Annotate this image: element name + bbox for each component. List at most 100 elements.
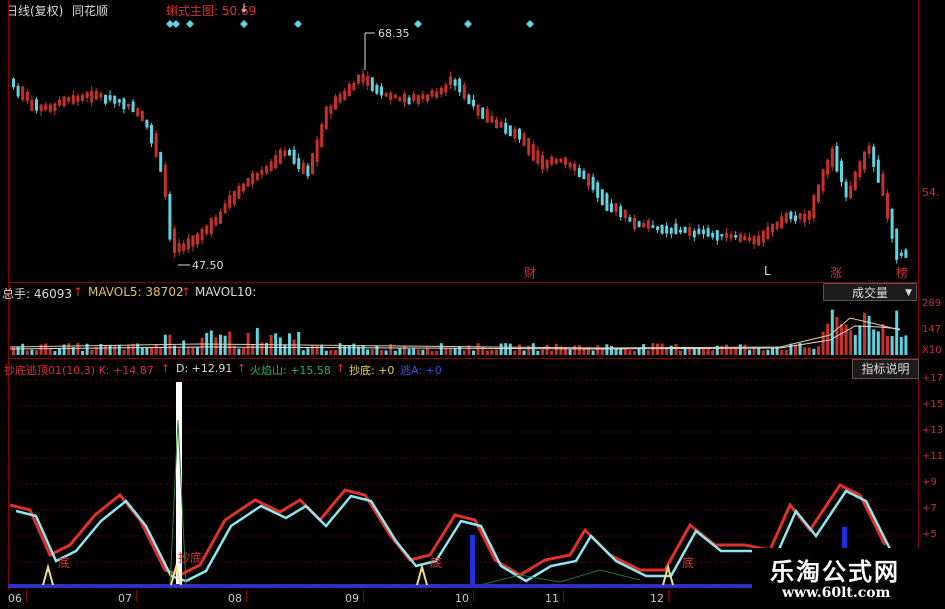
- candle-body-32: [159, 152, 163, 172]
- candle-body-178: [830, 148, 834, 167]
- candle-body-44: [214, 216, 218, 226]
- candle-body-3: [25, 91, 29, 102]
- time-axis-label: 12: [650, 592, 664, 605]
- volume-bar-32: [159, 347, 163, 355]
- candle-body-37: [182, 243, 186, 251]
- time-axis-tick: [26, 590, 27, 602]
- volume-bar-102: [481, 346, 485, 355]
- chevron-down-icon: ▼: [905, 288, 912, 298]
- volume-bar-148: [692, 348, 696, 355]
- volume-bar-86: [407, 348, 411, 355]
- volume-bar-51: [246, 332, 250, 355]
- top-diamond-6: [464, 20, 472, 28]
- volume-bar-49: [237, 348, 241, 355]
- volume-bar-192: [895, 310, 899, 355]
- candle-body-162: [757, 235, 761, 246]
- volume-bar-137: [642, 344, 646, 355]
- volume-bar-165: [771, 348, 774, 355]
- volume-bar-57: [274, 333, 278, 355]
- candle-body-86: [407, 97, 411, 104]
- volume-bar-130: [610, 345, 613, 355]
- candle-body-172: [803, 213, 807, 223]
- indicator-axis-label: +15: [922, 399, 944, 410]
- candle-body-78: [370, 77, 374, 91]
- candle-body-72: [343, 90, 347, 100]
- watermark: 乐淘公式网 www.60lt.com: [752, 548, 945, 609]
- candle-body-22: [113, 95, 117, 104]
- volume-bar-38: [186, 346, 190, 355]
- candle-body-62: [297, 158, 301, 170]
- candle-body-74: [352, 82, 356, 91]
- candle-body-28: [140, 111, 144, 122]
- d-value-label: D: +12.91: [176, 362, 233, 375]
- candle-body-188: [876, 159, 880, 183]
- event-marker-l[interactable]: L: [764, 264, 771, 278]
- volume-bar-60: [288, 333, 291, 355]
- volume-bar-62: [297, 331, 301, 355]
- candle-body-87: [412, 93, 416, 102]
- watermark-title: 乐淘公式网: [770, 558, 900, 586]
- top-diamond-1: [172, 20, 180, 28]
- time-axis-label: 08: [228, 592, 242, 605]
- candle-body-16: [85, 92, 89, 99]
- volume-bar-190: [886, 335, 889, 355]
- volume-bar-170: [794, 344, 797, 355]
- candle-body-89: [421, 94, 425, 100]
- volume-bar-37: [182, 340, 186, 355]
- candle-body-7: [44, 104, 48, 110]
- volume-bar-108: [508, 343, 512, 355]
- candle-body-113: [531, 144, 535, 161]
- candle-body-91: [430, 90, 434, 97]
- candle-body-71: [338, 94, 342, 103]
- candle-body-134: [628, 217, 632, 222]
- volume-bar-7: [44, 343, 48, 355]
- bottom-marker-3: 底: [430, 556, 443, 570]
- candle-body-153: [715, 230, 719, 241]
- candle-body-186: [867, 145, 871, 154]
- event-marker-finance[interactable]: 财: [524, 264, 536, 281]
- candle-body-53: [255, 173, 259, 180]
- k-arrow-icon: ↑: [161, 362, 171, 375]
- volume-bar-175: [817, 346, 820, 355]
- candle-body-102: [481, 107, 485, 119]
- indicator-axis-label: +13: [922, 425, 944, 436]
- candle-body-115: [541, 155, 544, 170]
- candle-body-15: [81, 94, 84, 101]
- volume-bar-185: [863, 312, 866, 355]
- volume-indicator-selector[interactable]: 成交量 ▼: [823, 283, 917, 301]
- bottom-signal-triangle-2: [416, 563, 428, 586]
- volume-bar-43: [209, 330, 213, 355]
- volume-bar-45: [219, 334, 222, 355]
- volume-bar-126: [591, 350, 595, 355]
- candle-body-46: [223, 203, 227, 213]
- candle-body-182: [849, 185, 853, 199]
- event-marker-rise[interactable]: 涨: [830, 264, 842, 281]
- volume-bar-17: [90, 349, 94, 355]
- volume-axis-label-mid: 147: [922, 324, 942, 335]
- candle-body-194: [904, 249, 908, 258]
- chart-canvas[interactable]: [0, 0, 945, 609]
- mavol10-line: [9, 325, 901, 350]
- volume-bar-88: [416, 349, 420, 355]
- candle-body-0: [12, 78, 15, 88]
- candle-body-126: [591, 176, 595, 190]
- candle-body-106: [499, 121, 503, 128]
- volume-bar-115: [541, 349, 544, 355]
- candle-body-111: [522, 133, 526, 146]
- mavol5-arrow-icon: ↑: [181, 285, 192, 299]
- candle-body-120: [564, 157, 567, 165]
- volume-bar-20: [104, 345, 107, 355]
- volume-bar-122: [573, 345, 577, 355]
- candle-body-29: [145, 119, 149, 128]
- candle-body-181: [844, 181, 848, 198]
- volume-bar-164: [766, 349, 770, 355]
- volume-bar-65: [311, 345, 314, 355]
- volume-bar-177: [826, 323, 830, 355]
- bottom-signal-triangle-0: [42, 563, 54, 586]
- indicator-name-label: 抄底逃顶01(10,3) K: +14.87: [4, 364, 154, 377]
- indicator-help-button[interactable]: 指标说明: [852, 359, 919, 379]
- event-marker-list[interactable]: 榜: [896, 264, 908, 281]
- low-price-label: 47.50: [192, 259, 224, 272]
- candle-body-185: [863, 151, 866, 170]
- candle-body-43: [209, 218, 213, 235]
